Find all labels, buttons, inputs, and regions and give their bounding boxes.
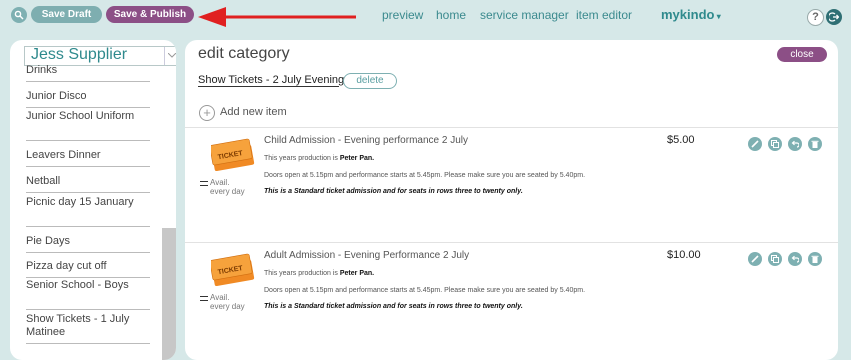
logout-icon[interactable] (826, 9, 842, 25)
supplier-select[interactable]: Jess Supplier (24, 46, 176, 66)
save-draft-button[interactable]: Save Draft (31, 6, 102, 23)
item-price: $10.00 (667, 249, 701, 261)
nav-home[interactable]: home (436, 8, 466, 22)
category-item-leavers-dinner[interactable]: Leavers Dinner (26, 149, 150, 167)
trash-icon[interactable] (808, 252, 822, 266)
help-icon[interactable]: ? (807, 9, 824, 26)
category-item-show-tickets-matinee[interactable]: Show Tickets - 1 July Matinee (26, 313, 150, 344)
category-item-netball[interactable]: Netball (26, 175, 150, 193)
category-item-pizza-day[interactable]: Pizza day cut off (26, 260, 150, 278)
item-row[interactable]: TICKET Avail. every day Child Admission … (185, 128, 838, 240)
category-item-junior-school-uniform[interactable]: Junior School Uniform (26, 110, 150, 141)
chevron-down-icon: ▾ (714, 12, 721, 21)
category-sidebar: Jess Supplier Drinks Junior Disco Junior… (10, 40, 176, 360)
category-item-junior-disco[interactable]: Junior Disco (26, 90, 150, 108)
item-description-bold: Peter Pan. (339, 270, 375, 277)
category-item-picnic-day[interactable]: Picnic day 15 January (26, 196, 150, 227)
undo-icon[interactable] (788, 137, 802, 151)
availability-text: Avail. every day (210, 293, 245, 311)
top-bar: Save Draft Save & Publish preview home s… (0, 0, 851, 34)
item-description-line3: This is a Standard ticket admission and … (264, 188, 523, 195)
equals-icon (200, 181, 208, 186)
page-title: edit category (198, 45, 290, 62)
add-new-item-button[interactable]: + Add new item (199, 105, 309, 121)
edit-icon[interactable] (748, 252, 762, 266)
supplier-name: Jess Supplier (31, 46, 128, 63)
search-icon[interactable] (11, 7, 27, 23)
ticket-icon: TICKET (211, 138, 255, 172)
plus-icon: + (199, 105, 215, 121)
chevron-down-icon[interactable] (164, 47, 176, 65)
save-publish-button[interactable]: Save & Publish (106, 6, 194, 23)
item-title: Adult Admission - Evening Performance 2 … (264, 250, 470, 261)
item-description-prefix: This years production is (264, 270, 340, 277)
category-item-senior-school-boys[interactable]: Senior School - Boys (26, 279, 150, 310)
nav-preview[interactable]: preview (382, 8, 423, 22)
add-new-item-label: Add new item (220, 106, 287, 118)
item-description-line1: This years production is Peter Pan. (264, 155, 374, 162)
red-arrow-annotation (198, 7, 356, 27)
item-description-line2: Doors open at 5.15pm and performance sta… (264, 287, 586, 294)
delete-button[interactable]: delete (343, 73, 397, 89)
item-title: Child Admission - Evening performance 2 … (264, 135, 468, 146)
sidebar-scrollbar[interactable] (162, 228, 176, 360)
item-description-bold: Peter Pan. (339, 155, 375, 162)
brand-menu[interactable]: mykindo ▾ (661, 7, 721, 22)
category-item-drinks[interactable]: Drinks (26, 64, 150, 82)
category-name-field[interactable]: Show Tickets - 2 July Evening (198, 74, 344, 87)
item-description-line3: This is a Standard ticket admission and … (264, 303, 523, 310)
item-description-line1: This years production is Peter Pan. (264, 270, 374, 277)
copy-icon[interactable] (768, 137, 782, 151)
edit-icon[interactable] (748, 137, 762, 151)
undo-icon[interactable] (788, 252, 802, 266)
category-item-pie-days[interactable]: Pie Days (26, 235, 150, 253)
item-description-prefix: This years production is (264, 155, 340, 162)
availability-text: Avail. every day (210, 178, 245, 196)
item-row[interactable]: TICKET Avail. every day Adult Admission … (185, 243, 838, 355)
ticket-icon: TICKET (211, 253, 255, 287)
item-description-line2: Doors open at 5.15pm and performance sta… (264, 172, 586, 179)
copy-icon[interactable] (768, 252, 782, 266)
trash-icon[interactable] (808, 137, 822, 151)
close-button[interactable]: close (777, 47, 827, 62)
nav-item-editor[interactable]: item editor (576, 8, 632, 22)
nav-service-manager[interactable]: service manager (480, 8, 569, 22)
edit-category-panel: edit category close Show Tickets - 2 Jul… (185, 40, 838, 360)
equals-icon (200, 296, 208, 301)
brand-name: mykindo (661, 7, 715, 22)
item-price: $5.00 (667, 134, 695, 146)
